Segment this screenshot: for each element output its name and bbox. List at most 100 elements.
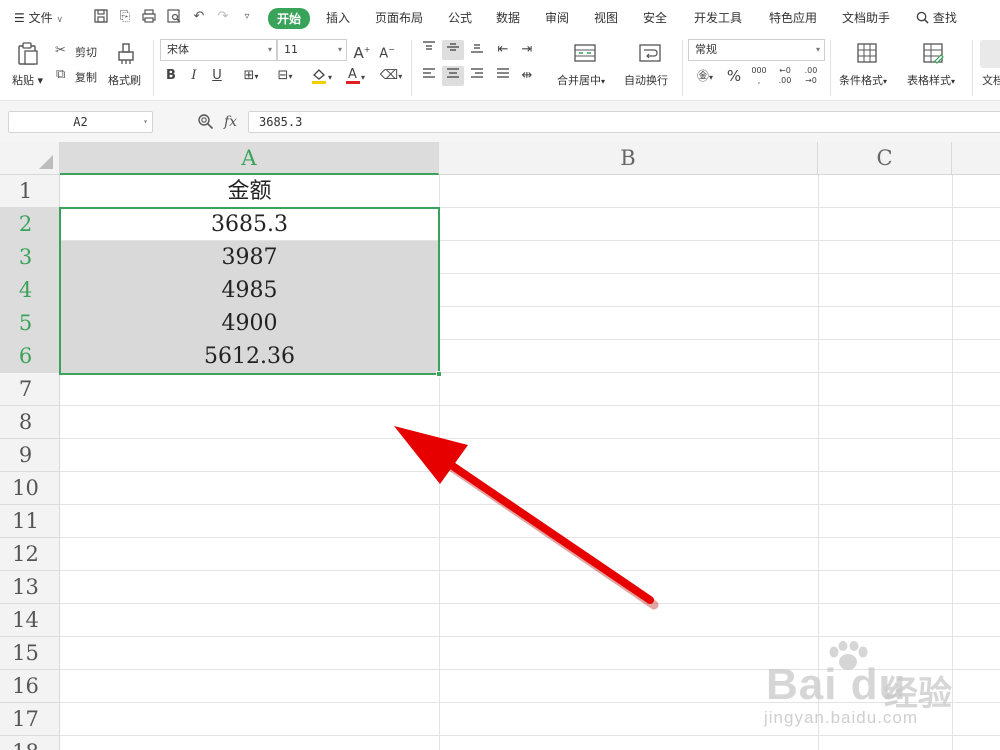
font-color-button[interactable]: A ▾ xyxy=(340,66,370,86)
row-header-6[interactable]: 6 xyxy=(0,340,60,373)
cell-style-button[interactable]: ⊟▾ xyxy=(270,66,300,86)
thousands-separator-icon[interactable]: 000, xyxy=(749,66,769,86)
row-header-17[interactable]: 17 xyxy=(0,703,60,736)
tab-security[interactable]: 安全 xyxy=(643,9,667,26)
save-icon[interactable] xyxy=(92,8,110,26)
row-header-18[interactable]: 18 xyxy=(0,736,60,750)
cell-a2[interactable]: 3685.3 xyxy=(60,208,439,241)
currency-icon: ㊎ xyxy=(696,69,709,83)
cell-a4[interactable]: 4985 xyxy=(60,274,439,307)
tab-home[interactable]: 开始 xyxy=(268,8,311,29)
row-header-3[interactable]: 3 xyxy=(0,241,60,274)
italic-button[interactable]: I xyxy=(185,66,203,86)
borders-button[interactable]: ⊞▾ xyxy=(236,66,266,86)
column-header-a[interactable]: A xyxy=(60,142,439,175)
row-header-10[interactable]: 10 xyxy=(0,472,60,505)
table-style-button[interactable]: 表格样式▾ xyxy=(904,40,966,87)
decrease-font-icon[interactable]: A− xyxy=(377,40,397,61)
percent-button[interactable]: % xyxy=(724,66,744,86)
tab-view[interactable]: 视图 xyxy=(594,9,618,26)
cell-a3[interactable]: 3987 xyxy=(60,241,439,274)
wrap-text-button[interactable]: 自动换行 xyxy=(622,40,678,87)
align-top-icon[interactable] xyxy=(419,40,439,60)
fill-bucket-icon xyxy=(311,69,326,84)
zoom-lookup-icon[interactable] xyxy=(197,113,215,131)
align-middle-icon[interactable] xyxy=(442,40,464,60)
conditional-format-button[interactable]: 条件格式▾ xyxy=(836,40,898,87)
tab-review[interactable]: 审阅 xyxy=(545,9,569,26)
column-header-d[interactable] xyxy=(952,142,1000,175)
file-menu[interactable]: ☰ 文件 ∨ xyxy=(14,9,63,26)
bold-button[interactable]: B xyxy=(162,66,180,86)
clear-button[interactable]: ⌫▾ xyxy=(376,66,406,86)
align-bottom-icon[interactable] xyxy=(467,40,487,60)
tab-developer[interactable]: 开发工具 xyxy=(694,9,742,26)
row-header-9[interactable]: 9 xyxy=(0,439,60,472)
font-name-select[interactable]: 宋体 ▾ xyxy=(160,39,277,61)
cell-a1[interactable]: 金额 xyxy=(60,175,439,208)
print-icon[interactable] xyxy=(140,8,158,26)
cell-a5[interactable]: 4900 xyxy=(60,307,439,340)
select-all-button[interactable] xyxy=(0,142,60,175)
wrap-text-label: 自动换行 xyxy=(624,74,668,87)
redo-icon[interactable]: ↷ xyxy=(214,8,232,26)
formula-input[interactable]: 3685.3 xyxy=(248,111,1000,133)
export-icon[interactable]: ⎘ xyxy=(116,8,134,26)
align-left-icon[interactable] xyxy=(419,66,439,86)
fill-handle[interactable] xyxy=(436,371,442,377)
tab-doc-assistant[interactable]: 文档助手 xyxy=(842,9,890,26)
customize-toolbar-icon[interactable]: ▿ xyxy=(238,8,256,26)
row-header-8[interactable]: 8 xyxy=(0,406,60,439)
row-header-7[interactable]: 7 xyxy=(0,373,60,406)
tab-page-layout[interactable]: 页面布局 xyxy=(375,9,423,26)
justify-icon[interactable] xyxy=(493,66,513,86)
row-header-1[interactable]: 1 xyxy=(0,175,60,208)
row-header-4[interactable]: 4 xyxy=(0,274,60,307)
row-header-15[interactable]: 15 xyxy=(0,637,60,670)
merge-center-button[interactable]: 合并居中▾ xyxy=(554,40,616,87)
row-header-2[interactable]: 2 xyxy=(0,208,60,241)
align-right-icon[interactable] xyxy=(467,66,487,86)
gridline xyxy=(60,471,1000,472)
row-header-16[interactable]: 16 xyxy=(0,670,60,703)
font-size-select[interactable]: 11 ▾ xyxy=(277,39,347,61)
row-header-12[interactable]: 12 xyxy=(0,538,60,571)
gridline xyxy=(60,570,1000,571)
row-header-5[interactable]: 5 xyxy=(0,307,60,340)
underline-button[interactable]: U xyxy=(208,66,226,86)
name-box[interactable]: A2 ▾ xyxy=(8,111,153,133)
tab-insert[interactable]: 插入 xyxy=(326,9,350,26)
cell-a6[interactable]: 5612.36 xyxy=(60,340,439,373)
increase-indent-icon[interactable]: ⇥ xyxy=(517,40,537,60)
fill-color-button[interactable]: ▾ xyxy=(305,66,337,86)
row-header-13[interactable]: 13 xyxy=(0,571,60,604)
paste-icon xyxy=(18,42,38,65)
cut-button[interactable]: ✂ 剪切 xyxy=(55,42,105,60)
undo-icon[interactable]: ↶ xyxy=(190,8,208,26)
format-painter-button[interactable]: 格式刷 xyxy=(106,40,146,87)
gridline xyxy=(439,175,440,750)
insert-function-button[interactable]: fx xyxy=(224,114,237,130)
increase-decimal-icon[interactable]: ←0.00 xyxy=(774,66,796,86)
search-button[interactable]: 查找 xyxy=(916,9,957,26)
tab-formulas[interactable]: 公式 xyxy=(448,9,472,26)
column-header-b[interactable]: B xyxy=(439,142,818,175)
number-format-select[interactable]: 常规 ▾ xyxy=(688,39,825,61)
scissors-icon: ✂ xyxy=(55,43,66,58)
decrease-indent-icon[interactable]: ⇤ xyxy=(493,40,513,60)
print-preview-icon[interactable] xyxy=(165,8,183,26)
document-button[interactable]: 文档 xyxy=(978,40,1000,86)
row-header-11[interactable]: 11 xyxy=(0,505,60,538)
paste-button[interactable]: 粘贴 ▾ xyxy=(10,40,46,87)
tab-data[interactable]: 数据 xyxy=(496,9,520,26)
font-size-value: 11 xyxy=(284,43,298,56)
row-header-14[interactable]: 14 xyxy=(0,604,60,637)
align-center-icon[interactable] xyxy=(442,66,464,86)
copy-button[interactable]: ⧉ 复制 xyxy=(55,67,105,85)
column-header-c[interactable]: C xyxy=(818,142,952,175)
distribute-icon[interactable]: ⇹ xyxy=(517,66,537,86)
increase-font-icon[interactable]: A+ xyxy=(352,40,372,62)
decrease-decimal-icon[interactable]: .00 →0 xyxy=(800,66,822,86)
tab-special-apps[interactable]: 特色应用 xyxy=(769,9,817,26)
currency-button[interactable]: ㊎▾ xyxy=(690,66,720,86)
